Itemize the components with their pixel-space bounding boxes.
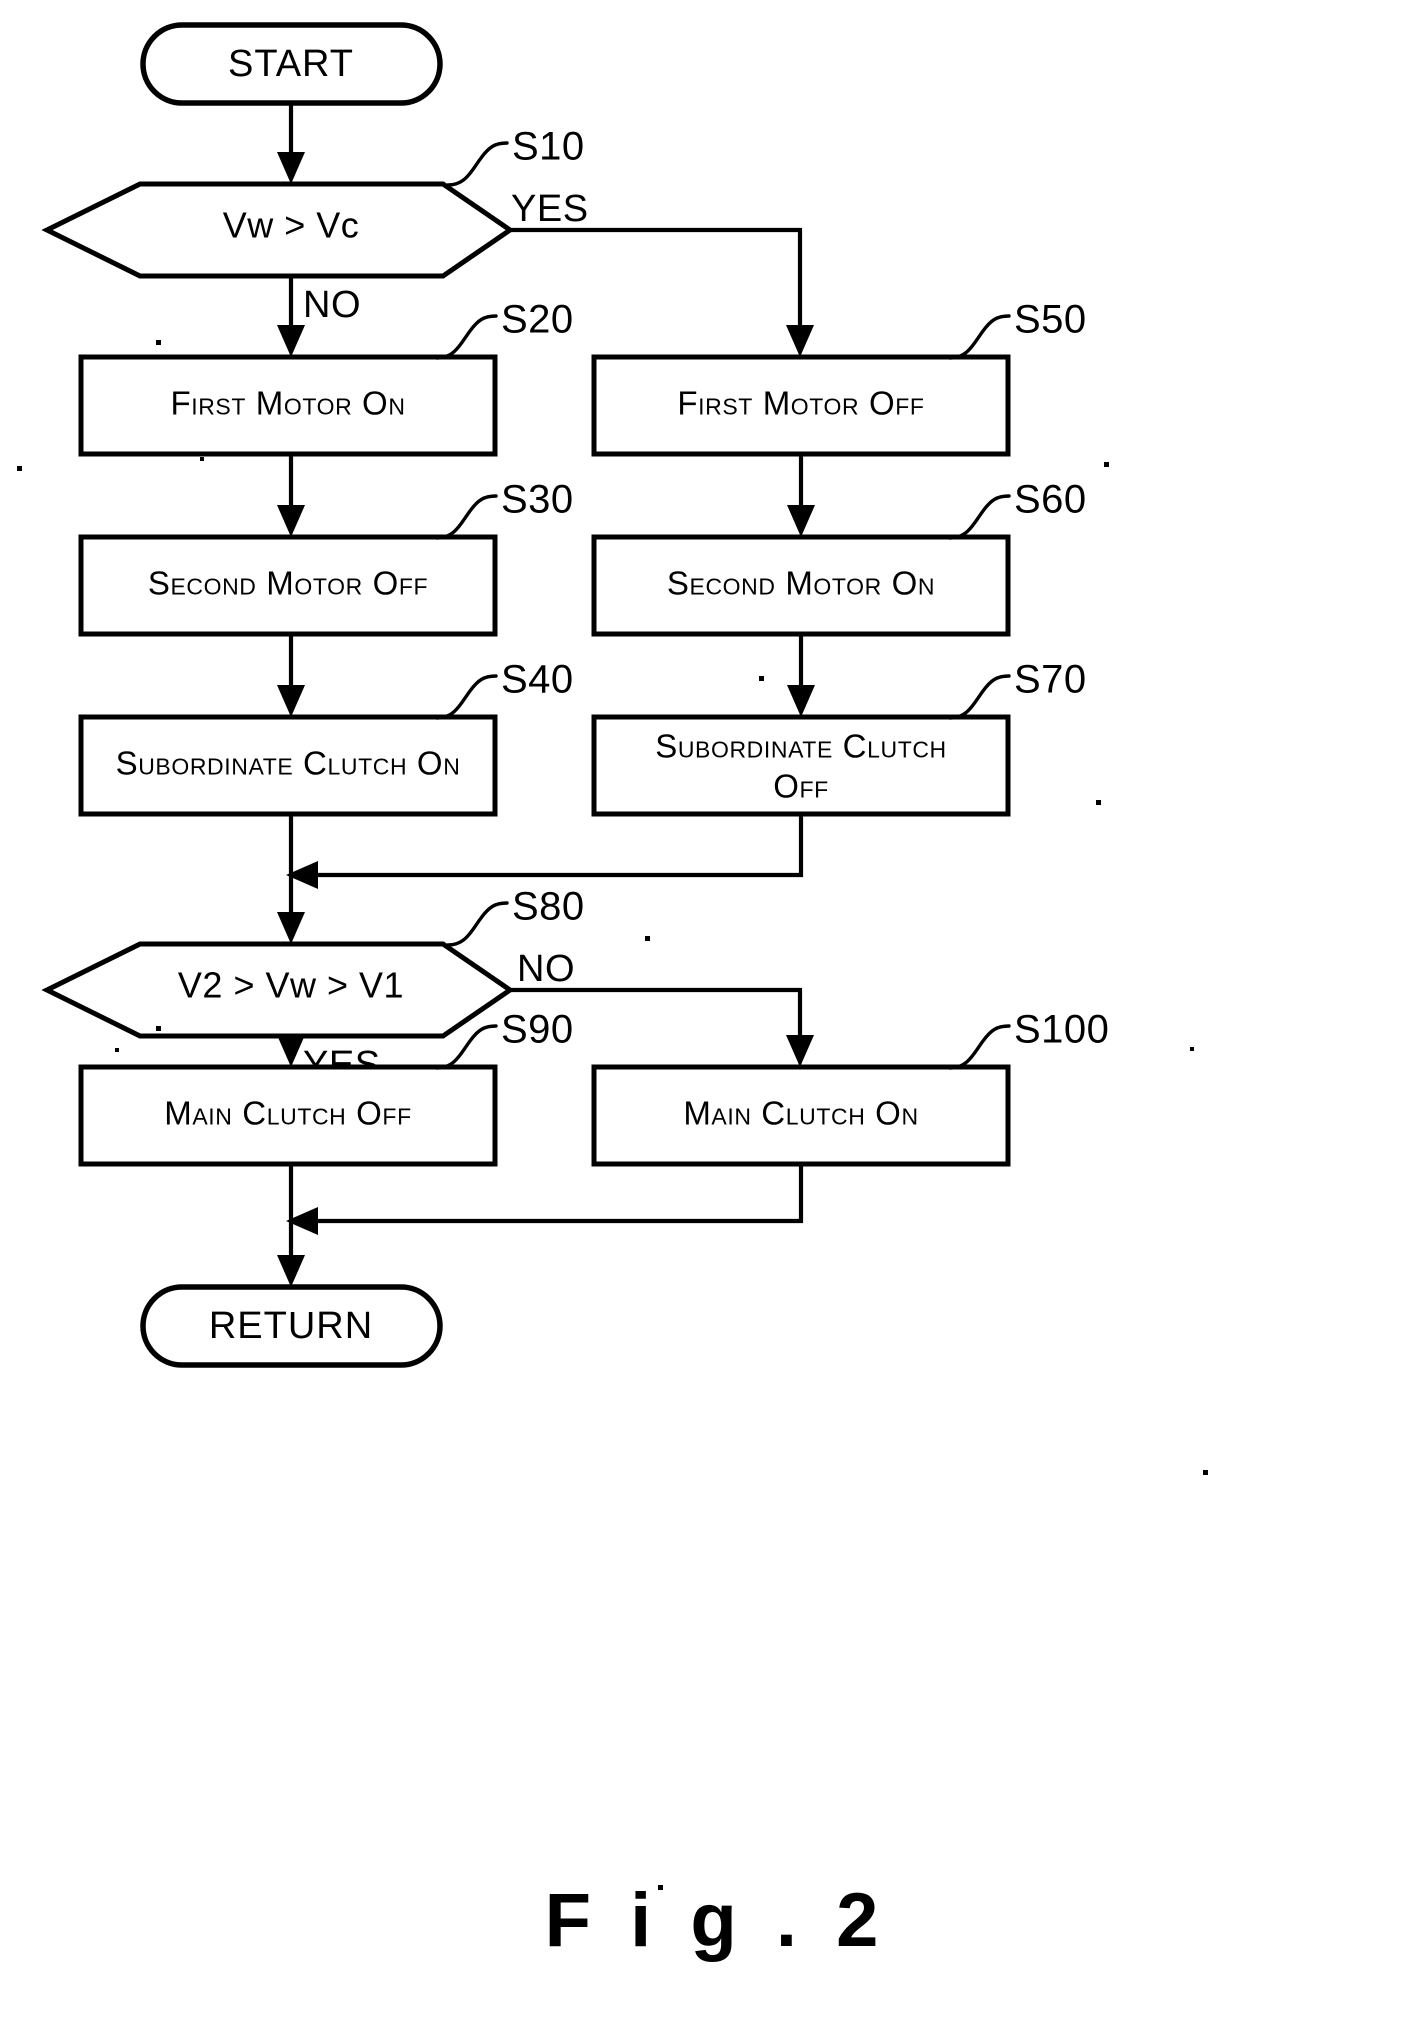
- start-label: START: [228, 43, 354, 85]
- connector-s60-to-s70: [787, 634, 815, 717]
- connector-s100-merge-to-trunk: [286, 1164, 804, 1235]
- s50-label: First Motor Off: [677, 385, 924, 422]
- s10-no-label: NO: [303, 284, 361, 326]
- s80-step-id: S80: [512, 885, 585, 929]
- callout-s10: S10: [446, 125, 585, 187]
- s70-step-id: S70: [1014, 658, 1087, 702]
- s20-step-id: S20: [501, 298, 574, 342]
- node-s10: Vw > Vc: [41, 181, 515, 279]
- s50-step-id: S50: [1014, 298, 1087, 342]
- callout-s70: S70: [948, 658, 1087, 720]
- s70-label-line2: Off: [773, 768, 829, 805]
- connector-s80-yes-to-s90: [277, 1035, 305, 1067]
- callout-s20: S20: [435, 298, 574, 360]
- s40-step-id: S40: [501, 658, 574, 702]
- s80-no-label: NO: [517, 948, 575, 990]
- connector-s10-no-to-s20: [277, 276, 305, 357]
- s30-label: Second Motor Off: [148, 565, 428, 602]
- node-start: START: [140, 22, 443, 106]
- connector-start-to-s10: [277, 103, 305, 184]
- callout-s100: S100: [948, 1008, 1109, 1070]
- s30-step-id: S30: [501, 478, 574, 522]
- s80-condition-label: V2 > Vw > V1: [178, 965, 404, 1006]
- node-s40: Subordinate Clutch On: [78, 714, 498, 817]
- node-s80: V2 > Vw > V1: [41, 941, 515, 1039]
- connector-s50-to-s60: [787, 454, 815, 537]
- s100-label: Main Clutch On: [683, 1095, 918, 1132]
- s90-label: Main Clutch Off: [164, 1095, 411, 1132]
- node-s50: First Motor Off: [591, 354, 1011, 457]
- node-s20: First Motor On: [78, 354, 498, 457]
- callout-s60: S60: [948, 478, 1087, 540]
- node-s100: Main Clutch On: [591, 1064, 1011, 1167]
- connector-s20-to-s30: [277, 454, 305, 537]
- s60-label: Second Motor On: [667, 565, 935, 602]
- callout-s30: S30: [435, 478, 574, 540]
- s10-yes-label: YES: [511, 188, 589, 230]
- s20-label: First Motor On: [170, 385, 405, 422]
- s100-step-id: S100: [1014, 1008, 1109, 1052]
- node-s60: Second Motor On: [591, 534, 1011, 637]
- connector-s70-merge-to-trunk: [286, 814, 804, 889]
- node-s90: Main Clutch Off: [78, 1064, 498, 1167]
- flowchart-svg: START Vw > Vc S10 YES NO First Motor On …: [17, 22, 1208, 1963]
- figure-container: START Vw > Vc S10 YES NO First Motor On …: [0, 0, 1415, 2035]
- callout-s40: S40: [435, 658, 574, 720]
- callout-s80: S80: [446, 885, 585, 947]
- return-label: RETURN: [209, 1305, 373, 1347]
- s40-label: Subordinate Clutch On: [116, 745, 461, 782]
- connector-s30-to-s40: [277, 634, 305, 717]
- figure-caption: F i g . 2: [545, 1878, 888, 1963]
- s70-label-line1: Subordinate Clutch: [655, 728, 947, 765]
- s60-step-id: S60: [1014, 478, 1087, 522]
- node-return: RETURN: [140, 1284, 443, 1368]
- s90-step-id: S90: [501, 1008, 574, 1052]
- s10-step-id: S10: [512, 125, 585, 169]
- node-s30: Second Motor Off: [78, 534, 498, 637]
- callout-s50: S50: [948, 298, 1087, 360]
- node-s70: Subordinate Clutch Off: [591, 714, 1011, 817]
- s10-condition-label: Vw > Vc: [223, 205, 360, 246]
